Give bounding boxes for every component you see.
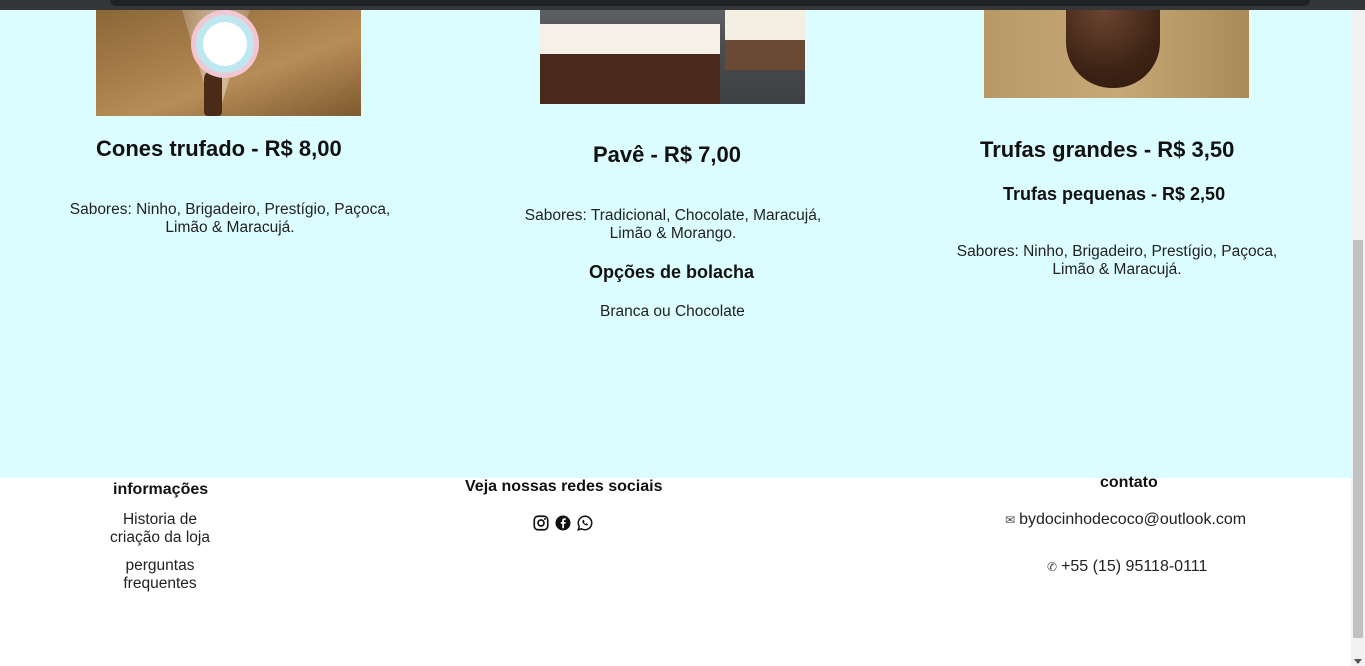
contact-email[interactable]: ✉ bydocinhodecoco@outlook.com <box>1005 511 1246 529</box>
product-title-pave: Pavê - R$ 7,00 <box>593 142 741 167</box>
instagram-icon[interactable] <box>532 514 550 532</box>
browser-toolbar-strip <box>0 0 1365 10</box>
social-icons <box>532 514 594 532</box>
brand-sticker <box>191 10 259 78</box>
whatsapp-icon[interactable] <box>576 514 594 532</box>
footer-link-historia[interactable]: Historia de criação da loja <box>100 511 220 547</box>
product-description-pave: Sabores: Tradicional, Chocolate, Maracuj… <box>524 207 822 242</box>
pave-options-text: Branca ou Chocolate <box>600 303 745 320</box>
contact-phone[interactable]: ✆ +55 (15) 95118-0111 <box>1047 558 1207 576</box>
address-bar[interactable] <box>110 0 1310 6</box>
footer-info-heading: informações <box>113 481 209 498</box>
footer-link-faq[interactable]: perguntas frequentes <box>100 557 220 593</box>
contact-email-text: bydocinhodecoco@outlook.com <box>1019 511 1247 528</box>
product-description-trufas: Sabores: Ninho, Brigadeiro, Prestígio, P… <box>956 243 1278 278</box>
product-title-cones: Cones trufado - R$ 8,00 <box>96 136 342 161</box>
trufas-image <box>984 10 1249 98</box>
product-description-cones: Sabores: Ninho, Brigadeiro, Prestígio, P… <box>69 201 391 236</box>
scroll-down-arrow-icon[interactable] <box>1354 659 1362 664</box>
scrollbar-thumb[interactable] <box>1353 240 1363 638</box>
cones-trufado-image <box>96 10 361 116</box>
footer-social-heading: Veja nossas redes sociais <box>465 478 663 495</box>
footer-contact-heading: contato <box>1100 474 1158 491</box>
pave-image <box>540 10 805 104</box>
product-subtitle-trufas-pequenas: Trufas pequenas - R$ 2,50 <box>1003 184 1226 204</box>
contact-phone-text: +55 (15) 95118-0111 <box>1061 558 1208 575</box>
vertical-scrollbar[interactable] <box>1351 10 1365 666</box>
products-section: Cones trufado - R$ 8,00 Sabores: Ninho, … <box>0 10 1351 478</box>
envelope-icon: ✉ <box>1005 513 1016 527</box>
product-title-trufas-grandes: Trufas grandes - R$ 3,50 <box>980 137 1235 162</box>
pave-options-heading: Opções de bolacha <box>589 262 755 282</box>
phone-icon: ✆ <box>1047 560 1058 574</box>
facebook-icon[interactable] <box>554 514 572 532</box>
